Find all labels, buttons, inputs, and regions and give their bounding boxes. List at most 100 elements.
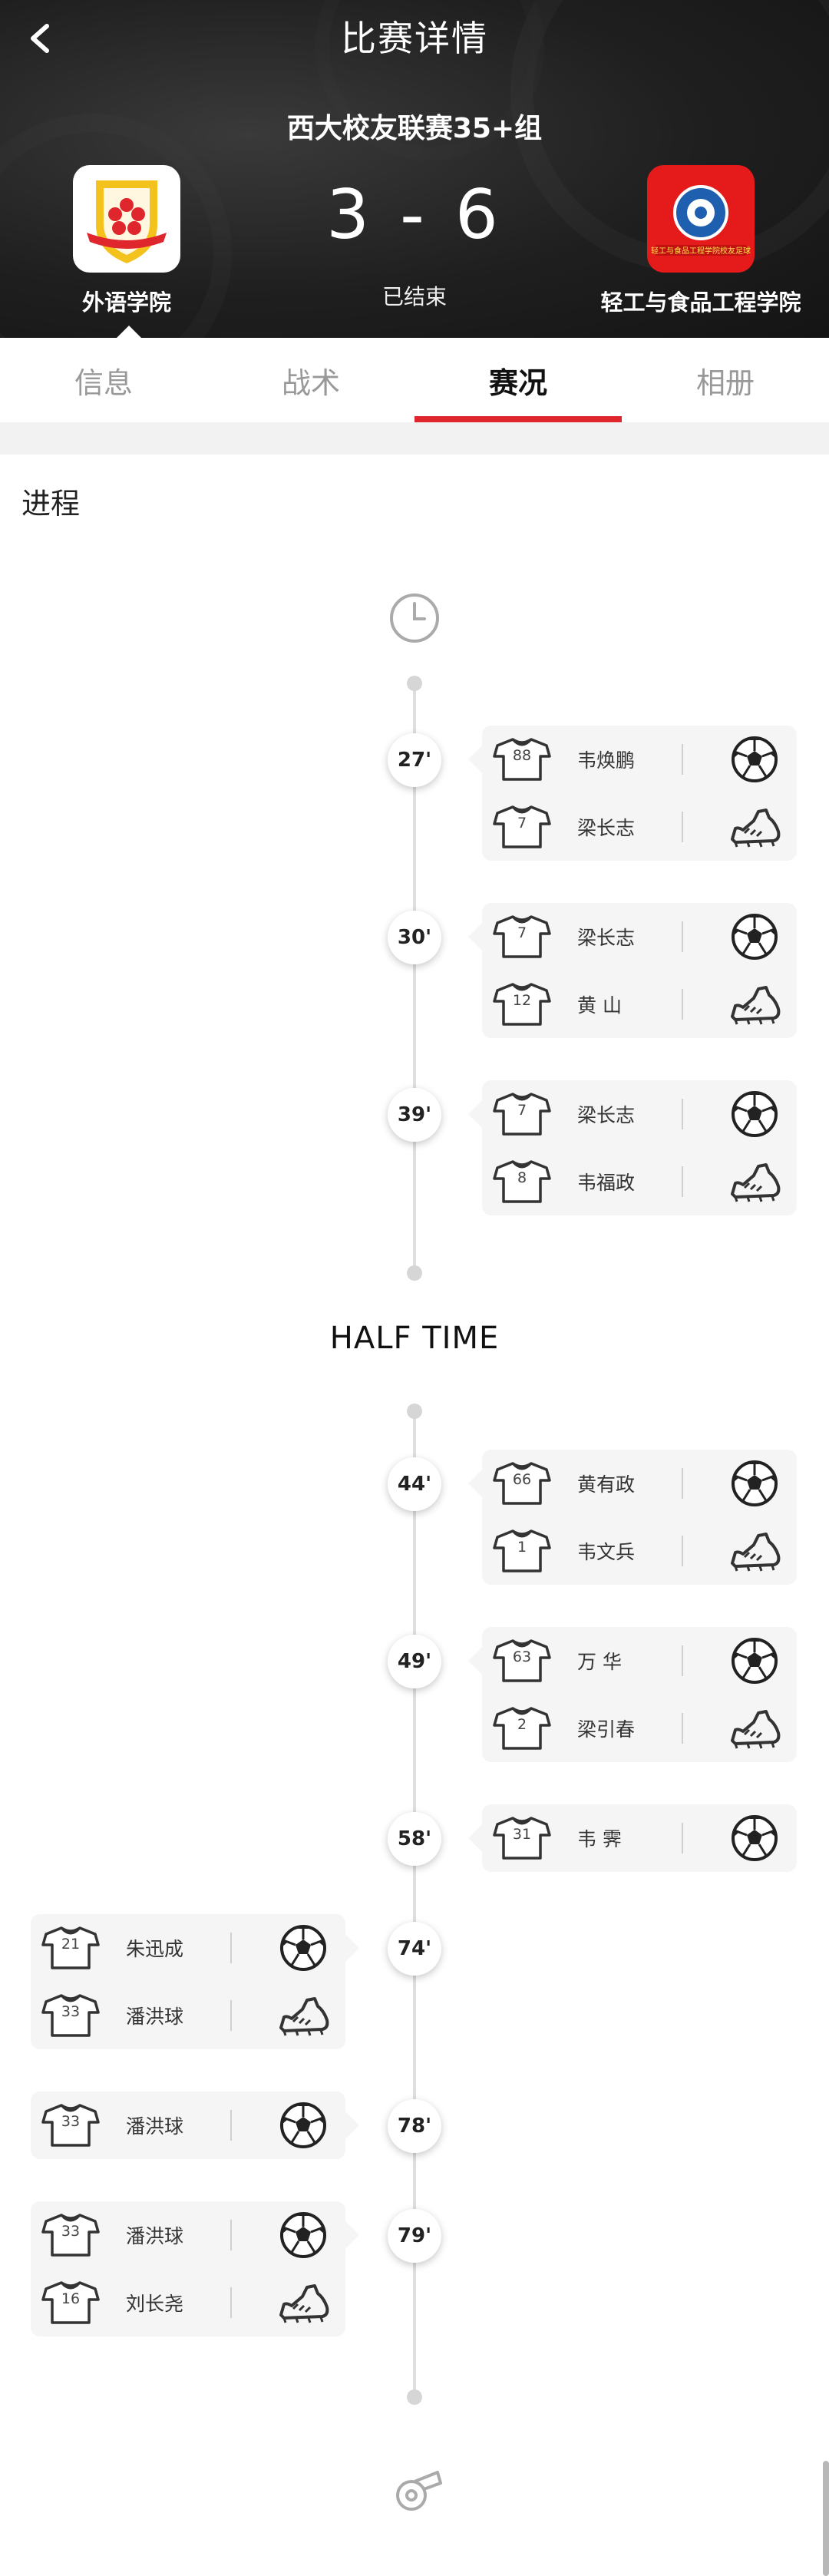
player-name: 黄有政 — [577, 1473, 636, 1496]
assist-row[interactable]: 1 韦文兵 — [493, 1517, 781, 1585]
jersey-number: 16 — [61, 2290, 81, 2307]
jersey-number: 7 — [517, 815, 527, 832]
assist-row[interactable]: 7 梁长志 — [493, 793, 781, 861]
whistle-icon — [396, 2471, 442, 2511]
badge-logo-icon: 轻工与食品工程学院校友足球 — [651, 185, 751, 256]
assist-row[interactable]: 2 梁引春 — [493, 1695, 781, 1762]
soccer-ball-icon — [728, 1634, 781, 1688]
event-minute: 78' — [388, 2099, 441, 2153]
away-team-logo: 轻工与食品工程学院校友足球 — [647, 165, 755, 273]
boot-icon — [728, 800, 781, 854]
league-name: 西大校友联赛35+组 — [286, 113, 543, 144]
jersey-icon: 63 — [493, 1638, 551, 1684]
boot-icon — [276, 2276, 330, 2330]
event-minute: 74' — [388, 1922, 441, 1976]
goal-row[interactable]: 21 朱迅成 — [41, 1914, 330, 1982]
jersey-number: 12 — [512, 992, 532, 1009]
event-card[interactable]: 7 梁长志 12 黄 山 — [468, 903, 797, 1038]
event-card[interactable]: 66 黄有政 1 韦文兵 — [468, 1450, 797, 1585]
jersey-number: 88 — [512, 747, 532, 764]
divider — [682, 812, 683, 842]
assist-row[interactable]: 12 黄 山 — [493, 971, 781, 1038]
goal-row[interactable]: 66 黄有政 — [493, 1450, 781, 1517]
away-team[interactable]: 轻工与食品工程学院校友足球 轻工与食品工程学院 — [586, 165, 816, 317]
player-name: 潘洪球 — [126, 2225, 184, 2247]
event-card[interactable]: 88 韦焕鹏 7 梁长志 — [468, 726, 797, 861]
divider — [682, 921, 683, 952]
jersey-icon: 8 — [493, 1159, 551, 1205]
tab-tactics[interactable]: 战术 — [207, 338, 414, 422]
tab-match-events[interactable]: 赛况 — [414, 338, 622, 422]
tab-album[interactable]: 相册 — [622, 338, 829, 422]
jersey-icon: 16 — [41, 2280, 100, 2326]
shield-logo-icon — [87, 180, 167, 263]
jersey-icon: 31 — [493, 1815, 551, 1861]
jersey-number: 31 — [512, 1826, 532, 1843]
goal-row[interactable]: 33 潘洪球 — [41, 2092, 330, 2159]
jersey-icon: 33 — [41, 2102, 100, 2148]
divider — [230, 1933, 232, 1963]
player-name: 刘长尧 — [126, 2293, 184, 2315]
event-card[interactable]: 63 万 华 2 梁引春 — [468, 1627, 797, 1762]
away-logo-caption: 轻工与食品工程学院校友足球 — [651, 246, 751, 256]
clock-icon — [390, 594, 439, 643]
goal-row[interactable]: 7 梁长志 — [493, 903, 781, 971]
timeline-start-dot — [407, 676, 422, 691]
jersey-icon: 7 — [493, 914, 551, 960]
goal-row[interactable]: 7 梁长志 — [493, 1080, 781, 1148]
goal-row[interactable]: 33 潘洪球 — [41, 2201, 330, 2269]
jersey-icon: 7 — [493, 1091, 551, 1137]
soccer-ball-icon — [728, 1811, 781, 1865]
event-minute: 79' — [388, 2209, 441, 2263]
player-name: 梁引春 — [577, 1718, 636, 1741]
event-card[interactable]: 7 梁长志 8 韦福政 — [468, 1080, 797, 1215]
player-name: 韦 霁 — [577, 1828, 622, 1850]
tab-bar: 信息 战术 赛况 相册 — [0, 338, 829, 422]
player-name: 韦福政 — [577, 1172, 636, 1194]
home-team-logo — [73, 165, 180, 273]
goal-row[interactable]: 88 韦焕鹏 — [493, 726, 781, 793]
player-name: 韦文兵 — [577, 1541, 636, 1563]
goal-row[interactable]: 31 韦 霁 — [493, 1804, 781, 1872]
tab-info[interactable]: 信息 — [0, 338, 207, 422]
home-team[interactable]: 外语学院 — [12, 165, 242, 317]
assist-row[interactable]: 16 刘长尧 — [41, 2269, 330, 2336]
event-card[interactable]: 31 韦 霁 — [468, 1804, 797, 1872]
jersey-number: 33 — [61, 2113, 81, 2130]
divider — [682, 1536, 683, 1566]
score: 3 - 6 — [326, 175, 503, 254]
jersey-number: 33 — [61, 2223, 81, 2240]
event-minute: 39' — [388, 1088, 441, 1142]
divider — [230, 2287, 232, 2318]
soccer-ball-icon — [728, 732, 781, 786]
divider — [682, 1099, 683, 1129]
assist-row[interactable]: 8 韦福政 — [493, 1148, 781, 1215]
match-header: 比赛详情 西大校友联赛35+组 外语学院 3 - 6 已结束 轻工与食品工程学院… — [0, 0, 829, 338]
page-title: 比赛详情 — [341, 18, 488, 59]
home-team-name: 外语学院 — [81, 289, 171, 316]
player-name: 黄 山 — [577, 994, 622, 1017]
divider — [230, 2110, 232, 2141]
event-card[interactable]: 21 朱迅成 33 潘洪球 — [31, 1914, 359, 2049]
divider — [682, 1468, 683, 1499]
jersey-number: 7 — [517, 1102, 527, 1119]
player-name: 梁长志 — [577, 1104, 636, 1126]
event-card[interactable]: 33 潘洪球 16 刘长尧 — [31, 2201, 359, 2336]
boot-icon — [728, 1155, 781, 1209]
event-card[interactable]: 33 潘洪球 — [31, 2092, 359, 2159]
section-divider — [0, 422, 829, 455]
half-time-label: HALF TIME — [329, 1321, 500, 1356]
jersey-icon: 33 — [41, 1992, 100, 2039]
goal-row[interactable]: 63 万 华 — [493, 1627, 781, 1695]
divider — [230, 2220, 232, 2250]
jersey-icon: 88 — [493, 736, 551, 782]
timeline-start-dot — [407, 1404, 422, 1419]
event-minute: 30' — [388, 911, 441, 964]
assist-row[interactable]: 33 潘洪球 — [41, 1982, 330, 2049]
divider — [230, 2000, 232, 2031]
player-name: 梁长志 — [577, 927, 636, 949]
player-name: 万 华 — [577, 1651, 622, 1673]
boot-icon — [728, 1701, 781, 1755]
soccer-ball-icon — [276, 2208, 330, 2262]
scrollbar[interactable] — [823, 2461, 829, 2576]
